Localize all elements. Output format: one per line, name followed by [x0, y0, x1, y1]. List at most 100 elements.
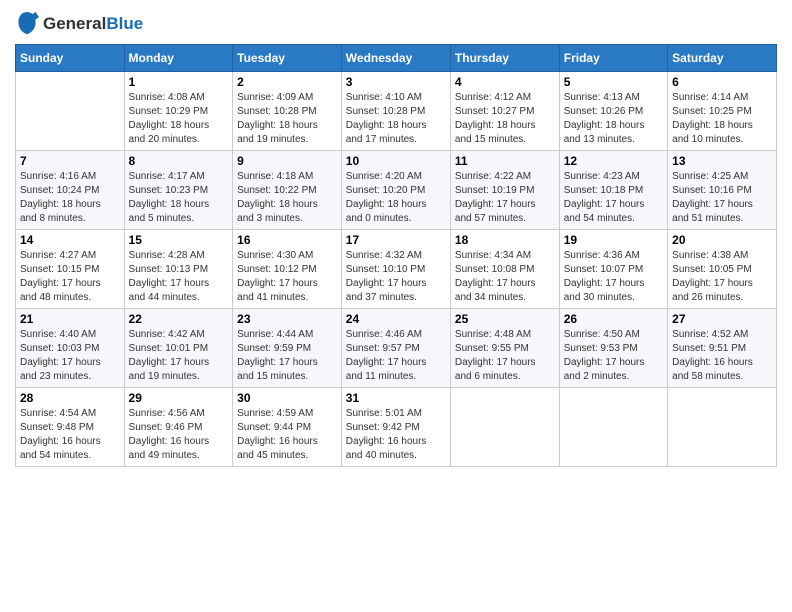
- calendar-cell: 1 Sunrise: 4:08 AM Sunset: 10:29 PM Dayli…: [124, 72, 233, 151]
- calendar-cell: 10Sunrise: 4:20 AM Sunset: 10:20 PM Dayl…: [341, 151, 450, 230]
- day-number: 31: [346, 391, 446, 405]
- calendar-week-5: 28 Sunrise: 4:54 AM Sunset: 9:48 PM Dayli…: [16, 388, 777, 467]
- day-number: 13: [672, 154, 772, 168]
- day-number: 2: [237, 75, 337, 89]
- day-info: Sunrise: 4:56 AM Sunset: 9:46 PM Dayligh…: [129, 407, 229, 463]
- calendar-cell: 11 Sunrise: 4:22 AM Sunset: 10:19 PM Dayl…: [450, 151, 559, 230]
- day-number: 25: [455, 312, 555, 326]
- calendar-cell: 30 Sunrise: 4:59 AM Sunset: 9:44 PM Dayli…: [233, 388, 342, 467]
- day-number: 26: [564, 312, 663, 326]
- day-number: 8: [129, 154, 229, 168]
- day-number: 27: [672, 312, 772, 326]
- calendar-table: SundayMondayTuesdayWednesdayThursdayFrid…: [15, 44, 777, 467]
- weekday-header-sunday: Sunday: [16, 45, 125, 72]
- day-number: 19: [564, 233, 663, 247]
- calendar-cell: 2 Sunrise: 4:09 AM Sunset: 10:28 PM Dayli…: [233, 72, 342, 151]
- calendar-cell: 24 Sunrise: 4:46 AM Sunset: 9:57 PM Dayli…: [341, 309, 450, 388]
- day-number: 16: [237, 233, 337, 247]
- day-info: Sunrise: 4:32 AM Sunset: 10:10 PM Daylig…: [346, 249, 446, 305]
- day-number: 21: [20, 312, 120, 326]
- calendar-cell: 14Sunrise: 4:27 AM Sunset: 10:15 PM Dayl…: [16, 230, 125, 309]
- day-number: 6: [672, 75, 772, 89]
- weekday-header-thursday: Thursday: [450, 45, 559, 72]
- day-info: Sunrise: 4:18 AM Sunset: 10:22 PM Daylig…: [237, 170, 337, 226]
- logo-text: GeneralBlue: [43, 14, 143, 34]
- calendar-week-1: 1 Sunrise: 4:08 AM Sunset: 10:29 PM Dayli…: [16, 72, 777, 151]
- calendar-cell: 20 Sunrise: 4:38 AM Sunset: 10:05 PM Dayl…: [668, 230, 777, 309]
- calendar-cell: 12 Sunrise: 4:23 AM Sunset: 10:18 PM Dayl…: [559, 151, 667, 230]
- day-info: Sunrise: 4:20 AM Sunset: 10:20 PM Daylig…: [346, 170, 446, 226]
- day-number: 29: [129, 391, 229, 405]
- day-number: 20: [672, 233, 772, 247]
- logo: GeneralBlue: [15, 10, 143, 38]
- day-info: Sunrise: 4:28 AM Sunset: 10:13 PM Daylig…: [129, 249, 229, 305]
- day-info: Sunrise: 4:54 AM Sunset: 9:48 PM Dayligh…: [20, 407, 120, 463]
- calendar-week-2: 7 Sunrise: 4:16 AM Sunset: 10:24 PM Dayli…: [16, 151, 777, 230]
- calendar-cell: 9Sunrise: 4:18 AM Sunset: 10:22 PM Dayli…: [233, 151, 342, 230]
- day-info: Sunrise: 4:42 AM Sunset: 10:01 PM Daylig…: [129, 328, 229, 384]
- day-number: 22: [129, 312, 229, 326]
- calendar-cell: 18Sunrise: 4:34 AM Sunset: 10:08 PM Dayl…: [450, 230, 559, 309]
- calendar-cell: [559, 388, 667, 467]
- day-info: Sunrise: 4:10 AM Sunset: 10:28 PM Daylig…: [346, 91, 446, 147]
- calendar-cell: 23Sunrise: 4:44 AM Sunset: 9:59 PM Dayli…: [233, 309, 342, 388]
- day-info: Sunrise: 4:46 AM Sunset: 9:57 PM Dayligh…: [346, 328, 446, 384]
- day-info: Sunrise: 4:25 AM Sunset: 10:16 PM Daylig…: [672, 170, 772, 226]
- day-info: Sunrise: 4:52 AM Sunset: 9:51 PM Dayligh…: [672, 328, 772, 384]
- calendar-cell: 8 Sunrise: 4:17 AM Sunset: 10:23 PM Dayli…: [124, 151, 233, 230]
- day-info: Sunrise: 4:08 AM Sunset: 10:29 PM Daylig…: [129, 91, 229, 147]
- day-info: Sunrise: 4:22 AM Sunset: 10:19 PM Daylig…: [455, 170, 555, 226]
- day-info: Sunrise: 4:23 AM Sunset: 10:18 PM Daylig…: [564, 170, 663, 226]
- calendar-cell: 22 Sunrise: 4:42 AM Sunset: 10:01 PM Dayl…: [124, 309, 233, 388]
- calendar-cell: 25 Sunrise: 4:48 AM Sunset: 9:55 PM Dayli…: [450, 309, 559, 388]
- calendar-cell: 4 Sunrise: 4:12 AM Sunset: 10:27 PM Dayli…: [450, 72, 559, 151]
- day-info: Sunrise: 5:01 AM Sunset: 9:42 PM Dayligh…: [346, 407, 446, 463]
- day-info: Sunrise: 4:59 AM Sunset: 9:44 PM Dayligh…: [237, 407, 337, 463]
- day-number: 11: [455, 154, 555, 168]
- day-info: Sunrise: 4:40 AM Sunset: 10:03 PM Daylig…: [20, 328, 120, 384]
- day-info: Sunrise: 4:30 AM Sunset: 10:12 PM Daylig…: [237, 249, 337, 305]
- day-info: Sunrise: 4:38 AM Sunset: 10:05 PM Daylig…: [672, 249, 772, 305]
- day-number: 24: [346, 312, 446, 326]
- logo-icon: [15, 10, 39, 38]
- day-info: Sunrise: 4:14 AM Sunset: 10:25 PM Daylig…: [672, 91, 772, 147]
- calendar-cell: 6 Sunrise: 4:14 AM Sunset: 10:25 PM Dayli…: [668, 72, 777, 151]
- calendar-cell: 3 Sunrise: 4:10 AM Sunset: 10:28 PM Dayli…: [341, 72, 450, 151]
- calendar-cell: 27 Sunrise: 4:52 AM Sunset: 9:51 PM Dayli…: [668, 309, 777, 388]
- day-number: 3: [346, 75, 446, 89]
- weekday-header-friday: Friday: [559, 45, 667, 72]
- day-info: Sunrise: 4:36 AM Sunset: 10:07 PM Daylig…: [564, 249, 663, 305]
- calendar-cell: 29 Sunrise: 4:56 AM Sunset: 9:46 PM Dayli…: [124, 388, 233, 467]
- day-info: Sunrise: 4:17 AM Sunset: 10:23 PM Daylig…: [129, 170, 229, 226]
- weekday-header-saturday: Saturday: [668, 45, 777, 72]
- calendar-cell: 7 Sunrise: 4:16 AM Sunset: 10:24 PM Dayli…: [16, 151, 125, 230]
- calendar-cell: 13 Sunrise: 4:25 AM Sunset: 10:16 PM Dayl…: [668, 151, 777, 230]
- day-number: 4: [455, 75, 555, 89]
- weekday-header-wednesday: Wednesday: [341, 45, 450, 72]
- weekday-header-monday: Monday: [124, 45, 233, 72]
- calendar-cell: [450, 388, 559, 467]
- calendar-cell: 19 Sunrise: 4:36 AM Sunset: 10:07 PM Dayl…: [559, 230, 667, 309]
- calendar-cell: 15Sunrise: 4:28 AM Sunset: 10:13 PM Dayl…: [124, 230, 233, 309]
- calendar-cell: 28 Sunrise: 4:54 AM Sunset: 9:48 PM Dayli…: [16, 388, 125, 467]
- day-info: Sunrise: 4:27 AM Sunset: 10:15 PM Daylig…: [20, 249, 120, 305]
- day-info: Sunrise: 4:13 AM Sunset: 10:26 PM Daylig…: [564, 91, 663, 147]
- day-number: 7: [20, 154, 120, 168]
- day-info: Sunrise: 4:44 AM Sunset: 9:59 PM Dayligh…: [237, 328, 337, 384]
- calendar-cell: 5Sunrise: 4:13 AM Sunset: 10:26 PM Dayli…: [559, 72, 667, 151]
- day-info: Sunrise: 4:48 AM Sunset: 9:55 PM Dayligh…: [455, 328, 555, 384]
- calendar-cell: 17Sunrise: 4:32 AM Sunset: 10:10 PM Dayl…: [341, 230, 450, 309]
- day-info: Sunrise: 4:12 AM Sunset: 10:27 PM Daylig…: [455, 91, 555, 147]
- day-info: Sunrise: 4:16 AM Sunset: 10:24 PM Daylig…: [20, 170, 120, 226]
- day-number: 12: [564, 154, 663, 168]
- calendar-cell: 31 Sunrise: 5:01 AM Sunset: 9:42 PM Dayli…: [341, 388, 450, 467]
- calendar-week-3: 14Sunrise: 4:27 AM Sunset: 10:15 PM Dayl…: [16, 230, 777, 309]
- calendar-cell: 26Sunrise: 4:50 AM Sunset: 9:53 PM Dayli…: [559, 309, 667, 388]
- calendar-week-4: 21 Sunrise: 4:40 AM Sunset: 10:03 PM Dayl…: [16, 309, 777, 388]
- day-number: 30: [237, 391, 337, 405]
- day-info: Sunrise: 4:09 AM Sunset: 10:28 PM Daylig…: [237, 91, 337, 147]
- day-number: 1: [129, 75, 229, 89]
- day-number: 18: [455, 233, 555, 247]
- day-number: 28: [20, 391, 120, 405]
- weekday-header-tuesday: Tuesday: [233, 45, 342, 72]
